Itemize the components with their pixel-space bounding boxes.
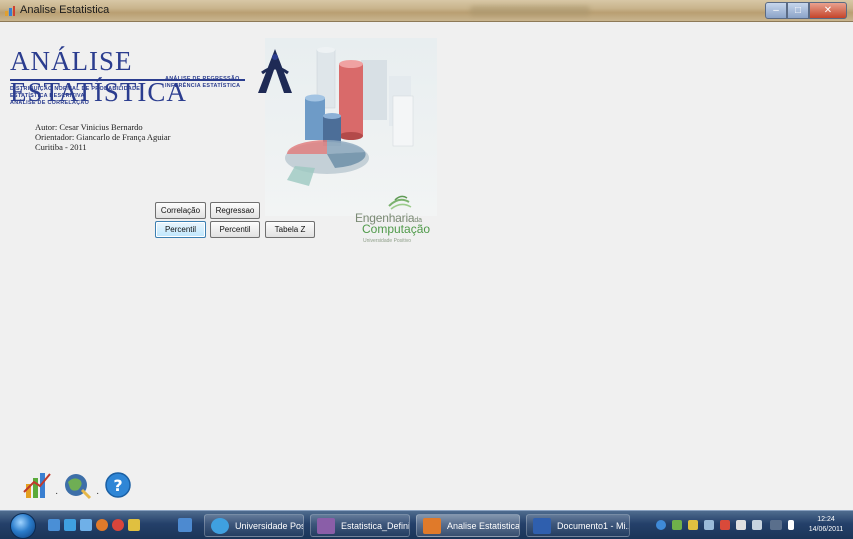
ie-quicklaunch-icon[interactable] xyxy=(64,519,76,531)
app-header: ANÁLISE ESTATÍSTICA DISTRIBUIÇÃO NORMAL … xyxy=(10,46,292,120)
word-icon xyxy=(533,518,551,534)
clock-time: 12:24 xyxy=(817,516,835,523)
author-name: Autor: Cesar Vinicius Bernardo xyxy=(35,122,143,132)
explorer-quicklaunch-icon[interactable] xyxy=(80,519,92,531)
percentil-button-1[interactable]: Percentil xyxy=(155,221,206,238)
topic-item: DISTRIBUIÇÃO NORMAL DE PROBABILIDADE xyxy=(10,86,141,92)
tray-icon[interactable] xyxy=(720,520,730,530)
taskbar-item-label: Analise Estatistica xyxy=(447,520,520,531)
flag-icon[interactable] xyxy=(736,520,746,530)
volume-icon[interactable] xyxy=(788,520,794,530)
chart-tool-icon[interactable] xyxy=(22,470,52,500)
taskbar-clock[interactable]: 12:24 14/06/2011 xyxy=(806,515,846,535)
tray-icon[interactable] xyxy=(704,520,714,530)
window-title: Analise Estatistica xyxy=(20,4,110,16)
topics-right: ANÁLISE DE REGRESSÃO INFERÊNCIA ESTATÍST… xyxy=(165,76,240,90)
app-icon xyxy=(5,6,15,16)
taskbar-item-label: Estatistica_Definiti... xyxy=(341,520,409,531)
svg-text:?: ? xyxy=(113,476,122,495)
app-icon xyxy=(423,518,441,534)
network-icon[interactable] xyxy=(752,520,762,530)
taskbar-item[interactable]: Universidade Posi... xyxy=(204,514,304,537)
toolbar-separator: · xyxy=(96,488,100,499)
firefox-quicklaunch-icon[interactable] xyxy=(96,519,108,531)
swoosh-icon xyxy=(388,195,412,210)
window-controls: – □ ✕ xyxy=(765,2,847,19)
advisor-name: Orientador: Giancarlo de França Aguiar xyxy=(35,132,171,142)
tray-icon[interactable] xyxy=(688,520,698,530)
close-button[interactable]: ✕ xyxy=(809,2,847,19)
taskbar-item-label: Universidade Posi... xyxy=(235,520,304,531)
globe-tool-icon[interactable] xyxy=(62,470,92,500)
minimize-button[interactable]: – xyxy=(765,2,787,19)
taskbar-item-label: Documento1 - Mi... xyxy=(557,520,630,531)
title-bar[interactable]: Analise Estatistica – □ ✕ xyxy=(0,0,853,22)
correlacao-button[interactable]: Correlação xyxy=(155,202,206,219)
show-desktop-icon[interactable] xyxy=(48,519,60,531)
eng-line3: Universidade Positivo xyxy=(363,238,412,244)
topic-item: INFERÊNCIA ESTATÍSTICA xyxy=(165,83,241,89)
tray-icon[interactable] xyxy=(672,520,682,530)
topic-item: ANÁLISE DE REGRESSÃO xyxy=(165,76,240,82)
place-year: Curitiba - 2011 xyxy=(35,142,87,152)
chrome-quicklaunch-icon[interactable] xyxy=(112,519,124,531)
ie-icon xyxy=(211,518,229,534)
author-info: Autor: Cesar Vinicius Bernardo Orientado… xyxy=(35,122,170,152)
topics-left: DISTRIBUIÇÃO NORMAL DE PROBABILIDADE EST… xyxy=(10,86,140,107)
taskbar-item[interactable]: Estatistica_Definiti... xyxy=(310,514,410,537)
maximize-button[interactable]: □ xyxy=(787,2,809,19)
media-quicklaunch-icon[interactable] xyxy=(128,519,140,531)
logo-mark-icon xyxy=(258,49,292,93)
eng-line2: Computação xyxy=(362,222,431,236)
regressao-button[interactable]: Regressao xyxy=(210,202,260,219)
clock-date: 14/06/2011 xyxy=(808,526,844,533)
tabela-z-button[interactable]: Tabela Z xyxy=(265,221,315,238)
help-icon[interactable]: ? xyxy=(103,470,133,500)
eng-logo: Engenhariada Computação Universidade Pos… xyxy=(355,192,440,252)
switch-windows-icon[interactable] xyxy=(178,518,192,532)
taskbar-item-active[interactable]: Analise Estatistica xyxy=(416,514,520,537)
toolbar-separator: · xyxy=(55,488,59,499)
client-area: ANÁLISE ESTATÍSTICA DISTRIBUIÇÃO NORMAL … xyxy=(0,22,853,510)
topic-item: ESTATÍSTICA DESCRITIVA xyxy=(10,93,85,99)
titlebar-blur xyxy=(470,6,590,16)
signal-icon[interactable] xyxy=(770,520,782,530)
taskbar-item[interactable]: Documento1 - Mi... xyxy=(526,514,630,537)
taskbar: Universidade Posi... Estatistica_Definit… xyxy=(0,510,853,539)
percentil-button-2[interactable]: Percentil xyxy=(210,221,260,238)
topic-item: ANÁLISE DE CORRELAÇÃO xyxy=(10,100,90,106)
start-button[interactable] xyxy=(10,513,36,539)
tray-icon[interactable] xyxy=(656,520,666,530)
winrar-icon xyxy=(317,518,335,534)
